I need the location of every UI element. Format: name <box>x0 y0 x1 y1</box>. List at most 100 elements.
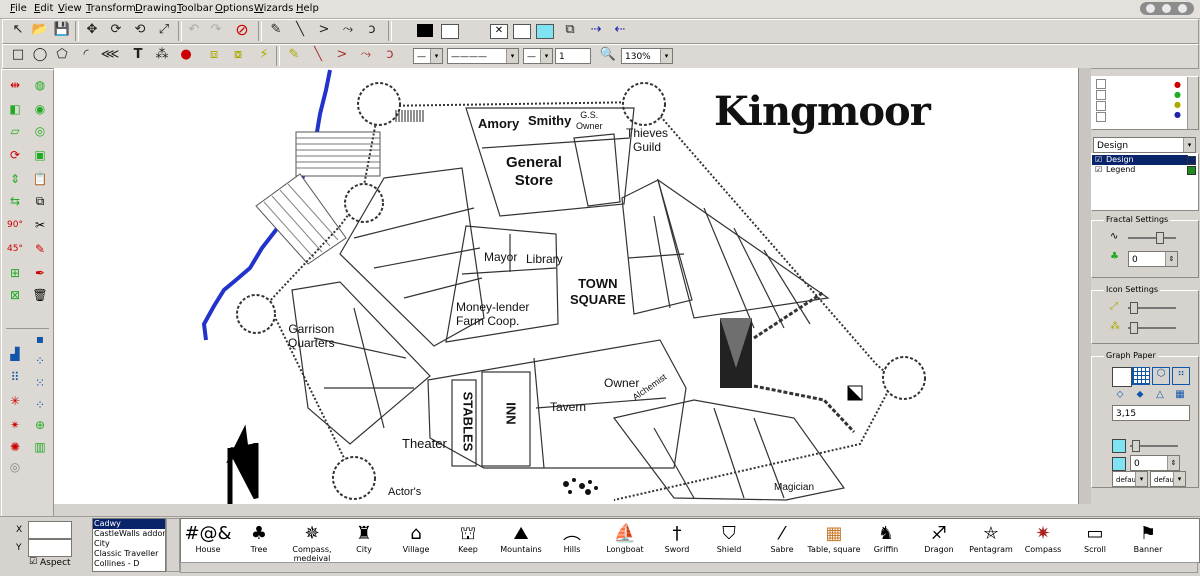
x-coordinate-field[interactable] <box>28 521 72 539</box>
hatch-grid-icon[interactable]: ▦ <box>1172 389 1188 403</box>
checkbox-icon[interactable]: ☑ <box>1095 165 1102 174</box>
fractal-slider[interactable] <box>1128 237 1176 239</box>
symbol-icon[interactable]: ⁂ <box>151 45 173 65</box>
open-file-icon[interactable]: 📂 <box>29 20 51 40</box>
cyan-fill-swatch[interactable] <box>536 24 554 39</box>
scale-icon[interactable]: ⤢ <box>153 20 175 40</box>
window-controls[interactable] <box>1140 2 1194 15</box>
white-fill-swatch[interactable] <box>513 24 531 39</box>
fan-icon[interactable]: ⋘ <box>99 45 121 65</box>
menu-transform[interactable]: Transform <box>86 3 136 14</box>
trash-icon[interactable]: 🗑 <box>31 286 49 304</box>
symbol-table-square[interactable]: ▦ Table, square <box>804 523 864 554</box>
columns-icon[interactable]: ▥ <box>31 438 49 456</box>
fractal-slider-thumb[interactable] <box>1156 232 1164 244</box>
rectangle-icon[interactable]: □ <box>7 45 29 65</box>
rotate-icon[interactable]: ⟳ <box>6 146 24 164</box>
style-list[interactable]: Cadwy CastleWalls addon City Classic Tra… <box>92 518 166 572</box>
text-icon[interactable]: T <box>127 45 149 65</box>
pencil-icon[interactable]: ✎ <box>265 20 287 40</box>
menu-edit[interactable]: Edit <box>34 3 53 14</box>
burst-icon[interactable]: ✺ <box>6 438 24 456</box>
dot-grid-icon[interactable]: ⠿ <box>6 368 24 386</box>
style-item[interactable]: Collines - D <box>93 559 165 569</box>
menu-drawing[interactable]: Drawing <box>135 3 177 14</box>
menu-options[interactable]: Options <box>215 3 254 14</box>
dot-grid-icon[interactable]: ⠶ <box>1172 367 1190 385</box>
grid-icon[interactable]: ⊞ <box>6 264 24 282</box>
style-item[interactable]: Cadwy <box>93 519 165 529</box>
skew-icon[interactable]: ▱ <box>6 122 24 140</box>
symbol-dragon[interactable]: ♐ Dragon <box>909 523 969 554</box>
move-up-icon[interactable]: ⇕ <box>6 170 24 188</box>
send-forward-icon[interactable]: ⇢ <box>585 20 607 40</box>
style-item[interactable]: Classic Traveller <box>93 549 165 559</box>
fractal-bezier-icon[interactable]: ⤳ <box>355 45 377 65</box>
menu-help[interactable]: Help <box>296 3 319 14</box>
symbol-compass[interactable]: ✷ Compass <box>1013 523 1073 554</box>
symbol-sword[interactable]: † Sword <box>647 523 707 554</box>
layer-row-legend[interactable]: ☑ Legend <box>1092 165 1188 175</box>
mirror-icon[interactable]: ◧ <box>6 100 24 118</box>
pointer-icon[interactable]: ↖ <box>7 20 29 40</box>
grid-style-combo-1[interactable]: defau ▾ <box>1112 471 1148 487</box>
circle-icon[interactable]: ◯ <box>29 45 51 65</box>
flip-horizontal-icon[interactable]: ⇹ <box>6 76 24 94</box>
iso-grid-icon[interactable]: ⬦ <box>1112 389 1128 403</box>
canvas-vertical-scrollbar[interactable] <box>1078 68 1091 504</box>
grid-fill-swatch[interactable] <box>1112 457 1126 471</box>
color-picker-icon[interactable]: ✒ <box>31 264 49 282</box>
style-item[interactable]: City <box>93 539 165 549</box>
save-icon[interactable]: 💾 <box>51 20 73 40</box>
symbol-compass-medeival[interactable]: ✵ Compass, medeival <box>282 523 342 562</box>
menu-view[interactable]: View <box>58 3 82 14</box>
symbol-griffin[interactable]: ♞ Griffin <box>856 523 916 554</box>
zoom-icon[interactable]: 🔍 <box>597 45 619 65</box>
icon-size-slider-thumb[interactable] <box>1130 302 1138 314</box>
bezier-icon[interactable]: ⤳ <box>337 20 359 40</box>
line-width-field[interactable]: 1 <box>555 48 591 64</box>
clipboard-icon[interactable]: 📋 <box>31 170 49 188</box>
rotate-45-icon[interactable]: 45° <box>6 240 24 258</box>
dot-icon[interactable]: ▪ <box>31 330 49 348</box>
add-layer-icon[interactable]: ⊕ <box>31 416 49 434</box>
rotate-90-vert-icon[interactable]: 90° <box>6 216 24 234</box>
zoom-combo[interactable]: 130% ▾ <box>621 48 673 64</box>
menu-toolbar[interactable]: Toolbar <box>177 3 213 14</box>
polyline-icon[interactable]: > <box>313 20 335 40</box>
line-style-combo[interactable]: ———— ▾ <box>447 48 519 64</box>
symbol-keep[interactable]: ⛫ Keep <box>438 523 498 554</box>
curve-icon[interactable]: ↄ <box>361 20 383 40</box>
square-grid-icon[interactable] <box>1132 367 1150 385</box>
icon-density-slider-thumb[interactable] <box>1130 322 1138 334</box>
redo-icon[interactable]: ↷ <box>205 20 227 40</box>
group-icon[interactable]: ⧈ <box>203 45 225 65</box>
style-list-scrollbar[interactable] <box>166 518 180 572</box>
grid-opacity-slider-thumb[interactable] <box>1132 440 1140 452</box>
layer-color-swatch[interactable] <box>1187 156 1196 165</box>
aspect-checkbox[interactable]: ☑ <box>29 557 37 567</box>
y-coordinate-field[interactable] <box>28 539 72 557</box>
symbol-scroll[interactable]: ▭ Scroll <box>1065 523 1125 554</box>
line-color-swatch[interactable] <box>417 24 433 37</box>
grid-style-combo-2[interactable]: defau ▾ <box>1150 471 1186 487</box>
layer-color-swatch[interactable] <box>1187 166 1196 175</box>
node-icon[interactable]: ◉ <box>31 100 49 118</box>
cancel-icon[interactable]: ⊘ <box>231 20 253 40</box>
no-fill-icon[interactable]: ✕ <box>490 24 508 39</box>
undo-icon[interactable]: ↶ <box>183 20 205 40</box>
grid-offset-field[interactable]: 0 ⇕ <box>1130 455 1180 471</box>
scatter-icon[interactable]: ⁙ <box>31 374 49 392</box>
symbol-tree[interactable]: ♣ Tree <box>229 523 289 554</box>
grid-color-swatch[interactable] <box>1112 439 1126 453</box>
fill-color-swatch[interactable] <box>441 24 459 39</box>
array-icon[interactable]: ⇆ <box>6 192 24 210</box>
snap-icon[interactable]: ⊠ <box>6 286 24 304</box>
fractal-curve-icon[interactable]: ↄ <box>379 45 401 65</box>
fractal-polyline-icon[interactable]: > <box>331 45 353 65</box>
star-icon[interactable]: ✳ <box>6 392 24 410</box>
style-item[interactable]: CastleWalls addon <box>93 529 165 539</box>
symbol-village[interactable]: ⌂ Village <box>386 523 446 554</box>
layer-row-design[interactable]: ☑ Design <box>1092 155 1188 165</box>
scissors-icon[interactable]: ✂ <box>31 216 49 234</box>
